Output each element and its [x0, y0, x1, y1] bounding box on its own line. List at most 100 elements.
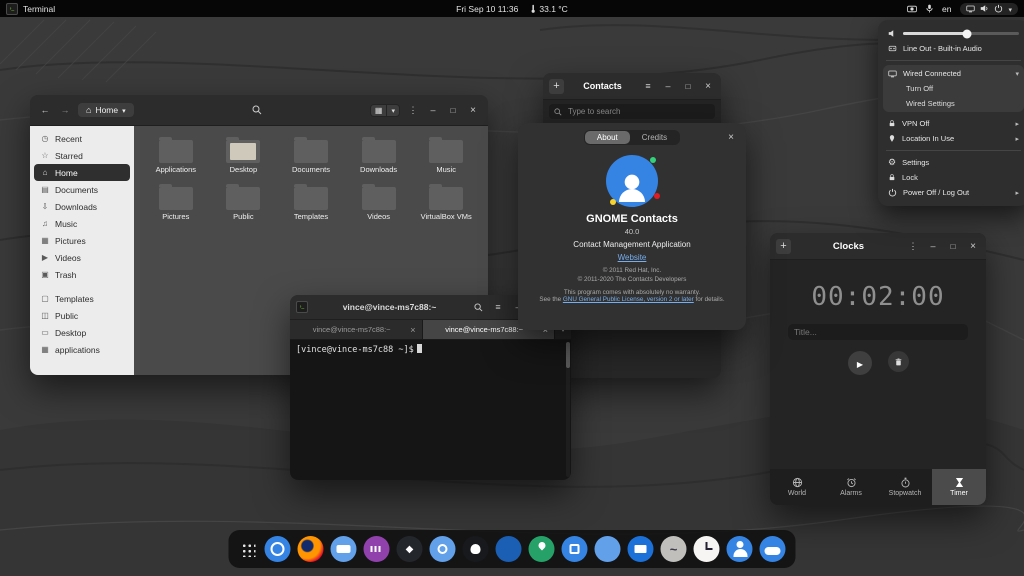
- sidebar-item-pictures[interactable]: ▦Pictures: [34, 232, 130, 249]
- sidebar-item-public[interactable]: ◫Public: [34, 307, 130, 324]
- minimize-button[interactable]: [661, 79, 675, 93]
- tab-credits[interactable]: Credits: [630, 131, 679, 144]
- folder-videos[interactable]: Videos: [345, 187, 413, 222]
- dock-app-boxes[interactable]: [562, 536, 588, 562]
- sidebar-item-home[interactable]: ⌂Home: [34, 164, 130, 181]
- folder-downloads[interactable]: Downloads: [345, 140, 413, 175]
- timer-start-button[interactable]: [848, 351, 872, 375]
- dock-app-camera[interactable]: [430, 536, 456, 562]
- grid-view-icon[interactable]: ▦: [371, 105, 387, 116]
- folder-public[interactable]: Public: [210, 187, 278, 222]
- dock-app-weather[interactable]: [760, 536, 786, 562]
- dock-app-github[interactable]: [463, 536, 489, 562]
- sidebar-item-applications[interactable]: ▦applications: [34, 341, 130, 358]
- new-timer-button[interactable]: [776, 239, 791, 254]
- website-link[interactable]: Website: [618, 253, 647, 262]
- microphone-indicator-icon[interactable]: [926, 4, 933, 13]
- close-button[interactable]: [724, 130, 738, 144]
- maximize-button[interactable]: [946, 239, 960, 253]
- contacts-search-input[interactable]: [566, 106, 710, 117]
- clocks-headerbar[interactable]: Clocks: [770, 233, 986, 260]
- maximize-button[interactable]: [446, 103, 460, 117]
- sidebar-item-videos[interactable]: ▶Videos: [34, 249, 130, 266]
- camera-indicator-icon[interactable]: [907, 5, 917, 13]
- folder-templates[interactable]: Templates: [277, 187, 345, 222]
- location-item[interactable]: Location In Use: [883, 131, 1024, 146]
- menu-button[interactable]: [491, 300, 505, 314]
- about-headerbar[interactable]: About Credits: [518, 123, 746, 151]
- contacts-headerbar[interactable]: Contacts: [543, 73, 721, 100]
- back-button[interactable]: [38, 103, 52, 117]
- view-toggle-button[interactable]: ▦: [370, 104, 400, 117]
- folder-applications[interactable]: Applications: [142, 140, 210, 175]
- dock-app-builder[interactable]: [595, 536, 621, 562]
- sidebar-item-music[interactable]: ♫Music: [34, 215, 130, 232]
- tab-close-icon[interactable]: [410, 325, 415, 335]
- close-button[interactable]: [966, 239, 980, 253]
- volume-slider-knob[interactable]: [962, 29, 971, 38]
- folder-music[interactable]: Music: [412, 140, 480, 175]
- system-status-area[interactable]: [960, 3, 1018, 15]
- dock-app-music[interactable]: [364, 536, 390, 562]
- menu-button[interactable]: [906, 239, 920, 253]
- dock-app-inkscape[interactable]: [397, 536, 423, 562]
- dock-app-mail[interactable]: [331, 536, 357, 562]
- wired-connected-item[interactable]: Wired Connected: [883, 66, 1024, 81]
- folder-pictures[interactable]: Pictures: [142, 187, 210, 222]
- settings-item[interactable]: Settings: [883, 155, 1024, 170]
- files-headerbar[interactable]: Home ▦: [30, 95, 488, 126]
- tab-stopwatch[interactable]: Stopwatch: [878, 469, 932, 505]
- minimize-button[interactable]: [426, 103, 440, 117]
- contacts-search-box[interactable]: [549, 104, 715, 119]
- keyboard-layout-indicator[interactable]: en: [942, 4, 951, 14]
- menu-button[interactable]: [406, 103, 420, 117]
- folder-desktop[interactable]: Desktop: [210, 140, 278, 175]
- timer-delete-button[interactable]: [888, 351, 909, 372]
- dock-app-contacts[interactable]: [727, 536, 753, 562]
- timer-title-input[interactable]: [788, 324, 968, 340]
- wired-settings-item[interactable]: Wired Settings: [883, 96, 1024, 111]
- license-link[interactable]: GNU General Public License, version 2 or…: [563, 296, 694, 303]
- vpn-item[interactable]: VPN Off: [883, 116, 1024, 131]
- sidebar-item-recent[interactable]: ◷Recent: [34, 130, 130, 147]
- path-bar-button[interactable]: Home: [78, 103, 134, 117]
- sidebar-item-documents[interactable]: ▤Documents: [34, 181, 130, 198]
- view-options-chevron[interactable]: [386, 105, 399, 116]
- folder-virtualbox-vms[interactable]: VirtualBox VMs: [412, 187, 480, 222]
- weather-indicator[interactable]: 33.1 °C: [530, 3, 567, 14]
- dock-app-files[interactable]: [628, 536, 654, 562]
- volume-slider[interactable]: [903, 32, 1019, 35]
- add-contact-button[interactable]: [549, 79, 564, 94]
- dock-app-firefox[interactable]: [298, 536, 324, 562]
- folder-documents[interactable]: Documents: [277, 140, 345, 175]
- tab-about[interactable]: About: [585, 131, 630, 144]
- dock-app-drawing[interactable]: [496, 536, 522, 562]
- terminal-tab-1[interactable]: vince@vince-ms7c88:~: [290, 320, 423, 339]
- focused-app-menu[interactable]: Terminal: [6, 3, 55, 15]
- lock-item[interactable]: Lock: [883, 170, 1024, 185]
- forward-button[interactable]: [58, 103, 72, 117]
- clock-menu[interactable]: Fri Sep 10 11:36: [456, 4, 518, 14]
- sidebar-item-templates[interactable]: ▢Templates: [34, 290, 130, 307]
- sidebar-item-starred[interactable]: ☆Starred: [34, 147, 130, 164]
- dock-app-maps[interactable]: [529, 536, 555, 562]
- close-button[interactable]: [466, 103, 480, 117]
- dock-app-octave[interactable]: [661, 536, 687, 562]
- terminal-screen[interactable]: [vince@vince-ms7c88 ~]$: [290, 340, 571, 480]
- sidebar-item-desktop[interactable]: ▭Desktop: [34, 324, 130, 341]
- turn-off-item[interactable]: Turn Off: [883, 81, 1024, 96]
- show-applications-button[interactable]: [241, 542, 256, 557]
- dock-app-clocks[interactable]: [694, 536, 720, 562]
- dock-app-web-browser[interactable]: [265, 536, 291, 562]
- terminal-scrollbar[interactable]: [566, 342, 570, 477]
- sidebar-item-trash[interactable]: ▣Trash: [34, 266, 130, 283]
- sidebar-item-downloads[interactable]: ⇩Downloads: [34, 198, 130, 215]
- audio-output-item[interactable]: Line Out - Built-in Audio: [883, 41, 1024, 56]
- search-icon[interactable]: [252, 105, 262, 115]
- power-off-item[interactable]: Power Off / Log Out: [883, 185, 1024, 200]
- scrollbar-thumb[interactable]: [566, 342, 570, 368]
- minimize-button[interactable]: [926, 239, 940, 253]
- maximize-button[interactable]: [681, 79, 695, 93]
- tab-alarms[interactable]: Alarms: [824, 469, 878, 505]
- tab-world[interactable]: World: [770, 469, 824, 505]
